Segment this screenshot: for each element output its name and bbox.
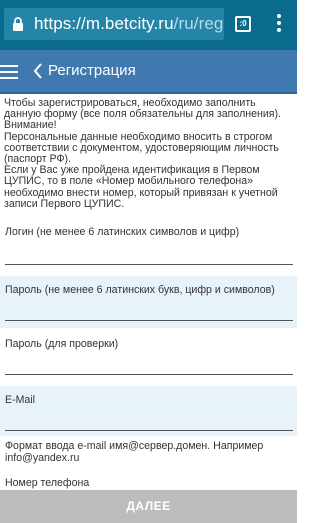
email-hint: Формат ввода e-mail имя@сервер.домен. На… — [5, 440, 264, 464]
password-input[interactable] — [5, 320, 293, 321]
email-field[interactable]: E-Mail — [0, 386, 297, 436]
page-title: Регистрация — [48, 62, 136, 79]
next-button[interactable]: ДАЛЕЕ — [0, 490, 297, 523]
password-check-label: Пароль (для проверки) — [5, 338, 119, 350]
password-check-input[interactable] — [5, 374, 293, 375]
intro-line: Внимание! — [4, 119, 57, 132]
login-field[interactable]: Логин (не менее 6 латинских символов и ц… — [0, 226, 297, 272]
intro-line: Чтобы зарегистрироваться, необходимо зап… — [4, 97, 281, 121]
overflow-menu-icon[interactable] — [276, 14, 282, 34]
login-label: Логин (не менее 6 латинских символов и ц… — [5, 226, 240, 238]
chevron-left-icon[interactable] — [33, 63, 43, 79]
email-label: E-Mail — [5, 394, 36, 406]
password-field[interactable]: Пароль (не менее 6 латинских букв, цифр … — [0, 276, 297, 328]
email-input[interactable] — [5, 430, 293, 431]
app-header: Регистрация — [0, 50, 297, 94]
registration-form: Чтобы зарегистрироваться, необходимо зап… — [0, 94, 297, 489]
url-path: /ru/reg — [173, 14, 224, 33]
intro-text: Чтобы зарегистрироваться, необходимо зап… — [4, 97, 294, 210]
phone-label: Номер телефона — [5, 477, 90, 489]
lock-icon — [13, 17, 23, 31]
url-text[interactable]: https://m.betcity.ru/ru/reg — [34, 14, 223, 34]
url-host: https://m.betcity.ru — [34, 14, 174, 33]
browser-toolbar: https://m.betcity.ru/ru/reg :0 — [0, 0, 297, 50]
intro-line: Персональные данные необходимо вносить в… — [4, 130, 279, 166]
intro-line: Если у Вас уже пройдена идентификация в … — [4, 164, 278, 210]
password-check-field[interactable]: Пароль (для проверки) — [0, 330, 297, 382]
password-label: Пароль (не менее 6 латинских букв, цифр … — [5, 284, 275, 296]
address-bar[interactable]: https://m.betcity.ru/ru/reg — [4, 8, 224, 40]
tabs-icon[interactable]: :0 — [235, 16, 251, 32]
login-input[interactable] — [5, 264, 293, 265]
hamburger-menu-icon[interactable] — [0, 65, 18, 79]
